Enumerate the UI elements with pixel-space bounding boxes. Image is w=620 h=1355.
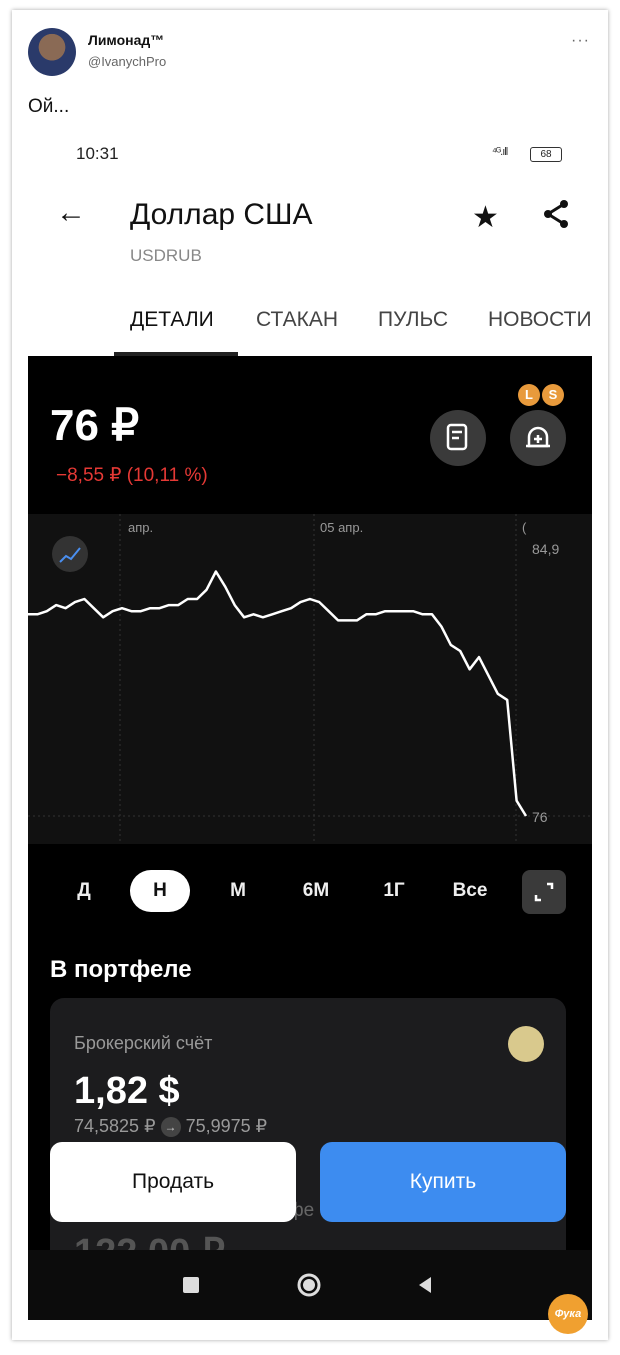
period-1y[interactable]: 1Г	[364, 870, 424, 912]
battery-icon: 68	[530, 147, 562, 162]
notes-button[interactable]	[430, 410, 486, 466]
arrow-right-icon: →	[160, 1117, 181, 1138]
y-min-label: 76	[532, 809, 548, 825]
tweet-author-name[interactable]: Лимонад™	[88, 32, 164, 48]
app-header: 10:31 ⁴ᴳ.ıll 68 ← Доллар США USDRUB ★ ДЕ…	[28, 130, 592, 356]
ticker-label: USDRUB	[130, 246, 202, 265]
x-tick-label: апр.	[128, 520, 153, 535]
watermark-logo: Фука	[548, 1294, 588, 1334]
signal-icon: ⁴ᴳ.ıll	[492, 146, 508, 158]
period-6m[interactable]: 6М	[286, 870, 346, 912]
tab-pulse[interactable]: ПУЛЬС	[378, 308, 448, 332]
tweet-text: Ой...	[28, 96, 70, 117]
x-tick-label: (	[522, 520, 527, 535]
phone-screenshot: 10:31 ⁴ᴳ.ıll 68 ← Доллар США USDRUB ★ ДЕ…	[28, 130, 592, 1320]
notes-icon	[446, 423, 468, 451]
tab-orderbook[interactable]: СТАКАН	[256, 308, 338, 332]
share-icon[interactable]	[540, 198, 572, 230]
account-value: 1,82 $	[74, 1070, 180, 1112]
status-time: 10:31	[76, 144, 119, 163]
expand-icon	[534, 882, 554, 902]
price-chart-svg: апр. 05 апр. ( 84,9 76	[28, 514, 592, 844]
tweet-card: Лимонад™ @IvanychPro ··· Ой... 10:31 ⁴ᴳ.…	[12, 10, 608, 1340]
price-alert-button[interactable]	[510, 410, 566, 466]
price-line	[28, 570, 528, 817]
current-price: 76 ₽	[50, 401, 140, 450]
period-month[interactable]: М	[208, 870, 268, 912]
bell-plus-icon	[526, 426, 550, 448]
period-day[interactable]: Д	[54, 870, 114, 912]
tweet-author-handle[interactable]: @IvanychPro	[88, 54, 166, 69]
badge-l: L	[518, 384, 540, 406]
back-triangle-icon[interactable]	[410, 1270, 440, 1300]
fullscreen-button[interactable]	[522, 870, 566, 914]
exchange-rates: 74,5825 ₽ → 75,9975 ₽	[74, 1116, 268, 1138]
chart-type-button[interactable]	[52, 536, 88, 572]
chart-gridlines	[28, 514, 592, 844]
star-icon[interactable]: ★	[472, 200, 499, 235]
price-chart[interactable]: апр. 05 апр. ( 84,9 76	[28, 514, 592, 844]
x-tick-label: 05 апр.	[320, 520, 363, 535]
recents-icon[interactable]	[176, 1270, 206, 1300]
badge-s: S	[542, 384, 564, 406]
period-week[interactable]: Н	[130, 870, 190, 912]
bank-logo-icon	[508, 1026, 544, 1062]
back-arrow-icon[interactable]: ←	[56, 196, 86, 230]
tab-indicator	[114, 352, 238, 356]
more-options-icon[interactable]: ···	[571, 32, 590, 50]
tab-news[interactable]: НОВОСТИ	[488, 308, 592, 332]
y-max-label: 84,9	[532, 541, 559, 557]
rate-from: 74,5825 ₽	[74, 1116, 156, 1136]
price-change: −8,55 ₽ (10,11 %)	[56, 465, 208, 486]
page-title: Доллар США	[130, 198, 313, 231]
tab-details[interactable]: ДЕТАЛИ	[130, 308, 214, 332]
account-name: Брокерский счёт	[74, 1033, 213, 1053]
portfolio-heading: В портфеле	[50, 956, 192, 983]
rate-to: 75,9975 ₽	[185, 1116, 268, 1136]
buy-button[interactable]: Купить	[320, 1142, 566, 1222]
sell-button[interactable]: Продать	[50, 1142, 296, 1222]
home-icon[interactable]	[294, 1270, 324, 1300]
avatar[interactable]	[28, 28, 76, 76]
period-all[interactable]: Все	[440, 870, 500, 912]
